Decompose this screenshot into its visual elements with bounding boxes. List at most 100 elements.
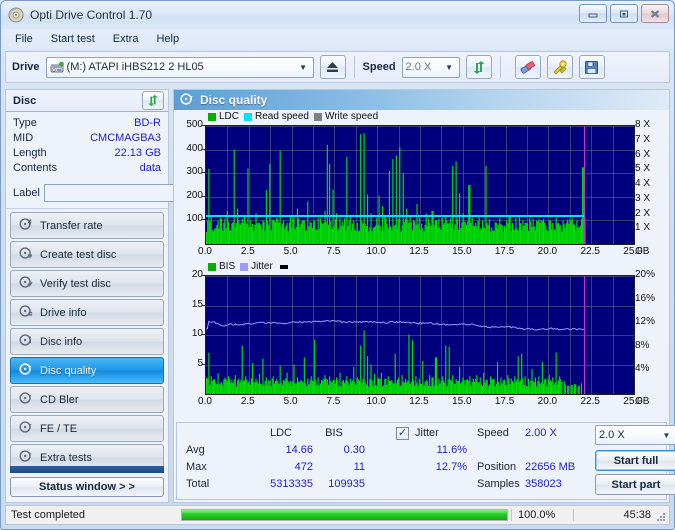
- x-tick-label: 5.0: [279, 396, 303, 407]
- drive-select-value: (M:) ATAPI iHBS212 2 HL05: [64, 61, 296, 73]
- maximize-button[interactable]: [610, 4, 638, 23]
- legend-label: BIS: [219, 261, 235, 272]
- tools-button[interactable]: [547, 55, 573, 79]
- refresh-button[interactable]: [466, 55, 492, 79]
- menu-item-help[interactable]: Help: [147, 31, 188, 48]
- ldc-plot-area[interactable]: [205, 125, 635, 245]
- disc-info-value: data: [140, 161, 161, 176]
- disc-burn-icon: [19, 246, 33, 263]
- test-speed-select[interactable]: 2.0 X ▼: [595, 425, 675, 445]
- x-tick-label: 17.5: [493, 246, 517, 257]
- y2-tick-label: 6 X: [635, 149, 650, 160]
- jitter-label: Jitter: [415, 427, 439, 439]
- sidebar-item-transfer-rate[interactable]: Transfer rate: [10, 212, 164, 239]
- sidebar-item-verify-test-disc[interactable]: Verify test disc: [10, 270, 164, 297]
- sidebar-item-create-test-disc[interactable]: Create test disc: [10, 241, 164, 268]
- x-tick-label: 12.5: [407, 246, 431, 257]
- sidebar-item-label: CD Bler: [40, 394, 163, 406]
- y2-tick-label: 8 X: [635, 119, 650, 130]
- jitter-checkbox[interactable]: ✓: [396, 427, 409, 440]
- y-tick-label: 200: [186, 190, 203, 201]
- disc-refresh-button[interactable]: [142, 91, 164, 110]
- disc-info-value: BD-R: [134, 116, 161, 131]
- menu-bar: File Start test Extra Help: [1, 29, 674, 49]
- x-tick-label: 0.0: [193, 396, 217, 407]
- legend-item-bis: BIS: [208, 261, 235, 272]
- legend-item-jitter: Jitter: [240, 261, 273, 272]
- samples-stat-label: Samples: [477, 478, 520, 490]
- disc-info-icon: [19, 304, 33, 321]
- sidebar-item-label: Drive info: [40, 307, 163, 319]
- drive-label: Drive: [12, 61, 40, 73]
- y-tick-label: 100: [186, 213, 203, 224]
- status-window-button[interactable]: Status window > >: [10, 477, 164, 497]
- minimize-button[interactable]: [579, 4, 607, 23]
- stats-header-bis: BIS: [309, 427, 359, 439]
- sidebar-item-label: Disc info: [40, 336, 163, 348]
- speed-select[interactable]: 2.0 X ▼: [402, 57, 460, 78]
- disc-panel-title: Disc: [13, 95, 36, 107]
- legend-marker-icon: [280, 265, 288, 269]
- drive-select[interactable]: (M:) ATAPI iHBS212 2 HL05 ▼: [46, 57, 314, 78]
- close-button[interactable]: [641, 4, 669, 23]
- y-tick: [202, 219, 205, 220]
- legend-swatch: [244, 113, 252, 121]
- x-tick-label: 0.0: [193, 246, 217, 257]
- disc-info-value: CMCMAGBA3: [90, 131, 161, 146]
- x-tick-label: 10.0: [364, 396, 388, 407]
- sidebar-item-disc-info[interactable]: Disc info: [10, 328, 164, 355]
- status-bar: Test completed 100.0% 45:38: [5, 505, 670, 525]
- position-stat-value: 22656 MB: [525, 461, 595, 473]
- disc-info-list: Type BD-R MID CMCMAGBA3 Length 22.13 GB …: [6, 112, 168, 179]
- sidebar-item-label: Disc quality: [40, 365, 163, 377]
- sidebar-item-drive-info[interactable]: Drive info: [10, 299, 164, 326]
- eject-button[interactable]: [320, 55, 346, 79]
- speed-label: Speed: [363, 61, 396, 73]
- start-part-button[interactable]: Start part: [595, 474, 675, 495]
- test-speed-select-value: 2.0 X: [599, 429, 659, 441]
- disc-label-input[interactable]: [44, 184, 194, 202]
- y-tick: [202, 149, 205, 150]
- y2-tick-label: 8%: [635, 340, 649, 351]
- disc-info-icon: [19, 333, 33, 350]
- menu-item-file[interactable]: File: [8, 31, 42, 48]
- menu-item-extra[interactable]: Extra: [104, 31, 148, 48]
- sidebar-item-cd-bler[interactable]: CD Bler: [10, 386, 164, 413]
- disc-info-row-mid: MID CMCMAGBA3: [13, 131, 161, 146]
- y-tick: [202, 196, 205, 197]
- x-tick-label: 22.5: [578, 246, 602, 257]
- eraser-button[interactable]: [515, 55, 541, 79]
- disc-speed-icon: [19, 217, 33, 234]
- y-tick: [202, 305, 205, 306]
- sidebar-item-label: Create test disc: [40, 249, 163, 261]
- x-tick-label: 10.0: [364, 246, 388, 257]
- legend-label: Write speed: [325, 111, 378, 122]
- save-button[interactable]: [579, 55, 605, 79]
- total-bis-value: 109935: [285, 478, 365, 490]
- resize-grip-icon[interactable]: [656, 512, 666, 522]
- stats-panel: LDC BIS ✓ Jitter Avg Max Total 14.66 472…: [176, 422, 667, 500]
- stats-row-label-max: Max: [186, 461, 207, 473]
- y-tick: [202, 125, 205, 126]
- disc-info-value: 22.13 GB: [115, 146, 161, 161]
- x-tick-label: 17.5: [493, 396, 517, 407]
- y2-tick-label: 4%: [635, 363, 649, 374]
- y-tick: [202, 275, 205, 276]
- x-tick-label: 15.0: [450, 246, 474, 257]
- status-window-area: Status window > >: [10, 466, 164, 497]
- sidebar-item-fe-te[interactable]: FE / TE: [10, 415, 164, 442]
- bis-plot-area[interactable]: [205, 275, 635, 395]
- disc-label-caption: Label: [13, 187, 40, 199]
- sidebar-item-label: Extra tests: [40, 452, 163, 464]
- menu-item-start-test[interactable]: Start test: [42, 31, 104, 48]
- disc-info-key: MID: [13, 131, 33, 146]
- max-bis-value: 11: [303, 461, 365, 473]
- x-tick-label: 2.5: [236, 246, 260, 257]
- panel-title: Disc quality: [200, 93, 267, 107]
- sidebar-item-disc-quality[interactable]: Disc quality: [10, 357, 164, 384]
- y-tick: [202, 364, 205, 365]
- x-tick-label: 20.0: [535, 396, 559, 407]
- start-full-button[interactable]: Start full: [595, 450, 675, 471]
- legend-item-write-speed: Write speed: [314, 111, 378, 122]
- disc-info-key: Contents: [13, 161, 57, 176]
